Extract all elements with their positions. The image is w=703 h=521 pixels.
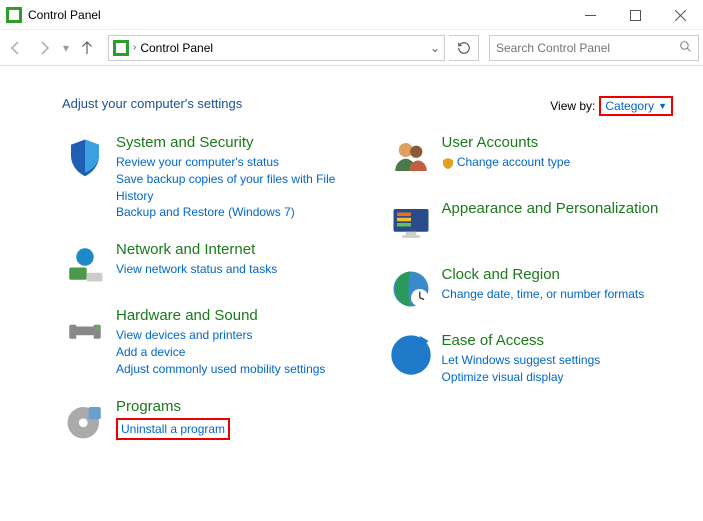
link-file-history[interactable]: Save backup copies of your files with Fi…	[116, 171, 348, 205]
nav-bar: ▾ › Control Panel ⌄	[0, 30, 703, 66]
category-title[interactable]: Appearance and Personalization	[442, 200, 659, 218]
up-button[interactable]	[72, 33, 102, 63]
link-mobility-settings[interactable]: Adjust commonly used mobility settings	[116, 361, 325, 378]
search-icon[interactable]	[679, 40, 692, 56]
category-title[interactable]: Programs	[116, 398, 230, 416]
forward-button[interactable]	[30, 33, 60, 63]
minimize-button[interactable]	[568, 0, 613, 30]
category-title[interactable]: User Accounts	[442, 134, 571, 152]
link-optimize-display[interactable]: Optimize visual display	[442, 369, 601, 386]
link-text: Change account type	[457, 155, 570, 169]
link-review-status[interactable]: Review your computer's status	[116, 154, 348, 171]
refresh-button[interactable]	[449, 35, 479, 61]
address-bar[interactable]: › Control Panel ⌄	[108, 35, 445, 61]
link-suggest-settings[interactable]: Let Windows suggest settings	[442, 352, 601, 369]
shield-icon	[62, 134, 108, 180]
category-title[interactable]: Clock and Region	[442, 266, 645, 284]
category-appearance: Appearance and Personalization	[388, 200, 674, 246]
search-input[interactable]	[496, 41, 679, 55]
link-network-status[interactable]: View network status and tasks	[116, 261, 277, 278]
printer-icon	[62, 307, 108, 353]
search-box[interactable]	[489, 35, 699, 61]
history-dropdown[interactable]: ▾	[60, 41, 72, 55]
breadcrumb-location[interactable]: Control Panel	[140, 41, 213, 55]
control-panel-icon	[113, 40, 129, 56]
category-system-security: System and Security Review your computer…	[62, 134, 348, 221]
view-by-dropdown[interactable]: Category ▼	[599, 96, 673, 116]
category-title[interactable]: Hardware and Sound	[116, 307, 325, 325]
close-button[interactable]	[658, 0, 703, 30]
highlighted-link: Uninstall a program	[116, 418, 230, 441]
view-by: View by: Category ▼	[550, 96, 673, 116]
ease-of-access-icon	[388, 332, 434, 378]
right-column: User Accounts Change account type Appear…	[388, 134, 674, 464]
left-column: System and Security Review your computer…	[62, 134, 348, 464]
link-change-account-type[interactable]: Change account type	[442, 154, 571, 171]
link-add-device[interactable]: Add a device	[116, 344, 325, 361]
category-title[interactable]: System and Security	[116, 134, 348, 152]
chevron-down-icon: ▼	[658, 101, 667, 111]
category-title[interactable]: Ease of Access	[442, 332, 601, 350]
content-area: Adjust your computer's settings View by:…	[0, 66, 703, 474]
view-by-label: View by:	[550, 99, 595, 113]
category-network-internet: Network and Internet View network status…	[62, 241, 348, 287]
link-uninstall-program[interactable]: Uninstall a program	[121, 422, 225, 436]
programs-icon	[62, 398, 108, 444]
category-clock-region: Clock and Region Change date, time, or n…	[388, 266, 674, 312]
display-icon	[388, 200, 434, 246]
users-icon	[388, 134, 434, 180]
app-icon	[6, 7, 22, 23]
category-title[interactable]: Network and Internet	[116, 241, 277, 259]
category-ease-of-access: Ease of Access Let Windows suggest setti…	[388, 332, 674, 386]
title-bar: Control Panel	[0, 0, 703, 30]
breadcrumb-sep-icon: ›	[133, 42, 136, 53]
back-button[interactable]	[0, 33, 30, 63]
link-backup-restore[interactable]: Backup and Restore (Windows 7)	[116, 204, 348, 221]
clock-globe-icon	[388, 266, 434, 312]
category-hardware-sound: Hardware and Sound View devices and prin…	[62, 307, 348, 377]
category-programs: Programs Uninstall a program	[62, 398, 348, 444]
page-heading: Adjust your computer's settings	[62, 96, 242, 111]
link-devices-printers[interactable]: View devices and printers	[116, 327, 325, 344]
network-icon	[62, 241, 108, 287]
window-title: Control Panel	[28, 8, 101, 22]
maximize-button[interactable]	[613, 0, 658, 30]
category-user-accounts: User Accounts Change account type	[388, 134, 674, 180]
view-by-value: Category	[605, 99, 654, 113]
link-change-date-time[interactable]: Change date, time, or number formats	[442, 286, 645, 303]
address-dropdown-icon[interactable]: ⌄	[430, 41, 440, 55]
